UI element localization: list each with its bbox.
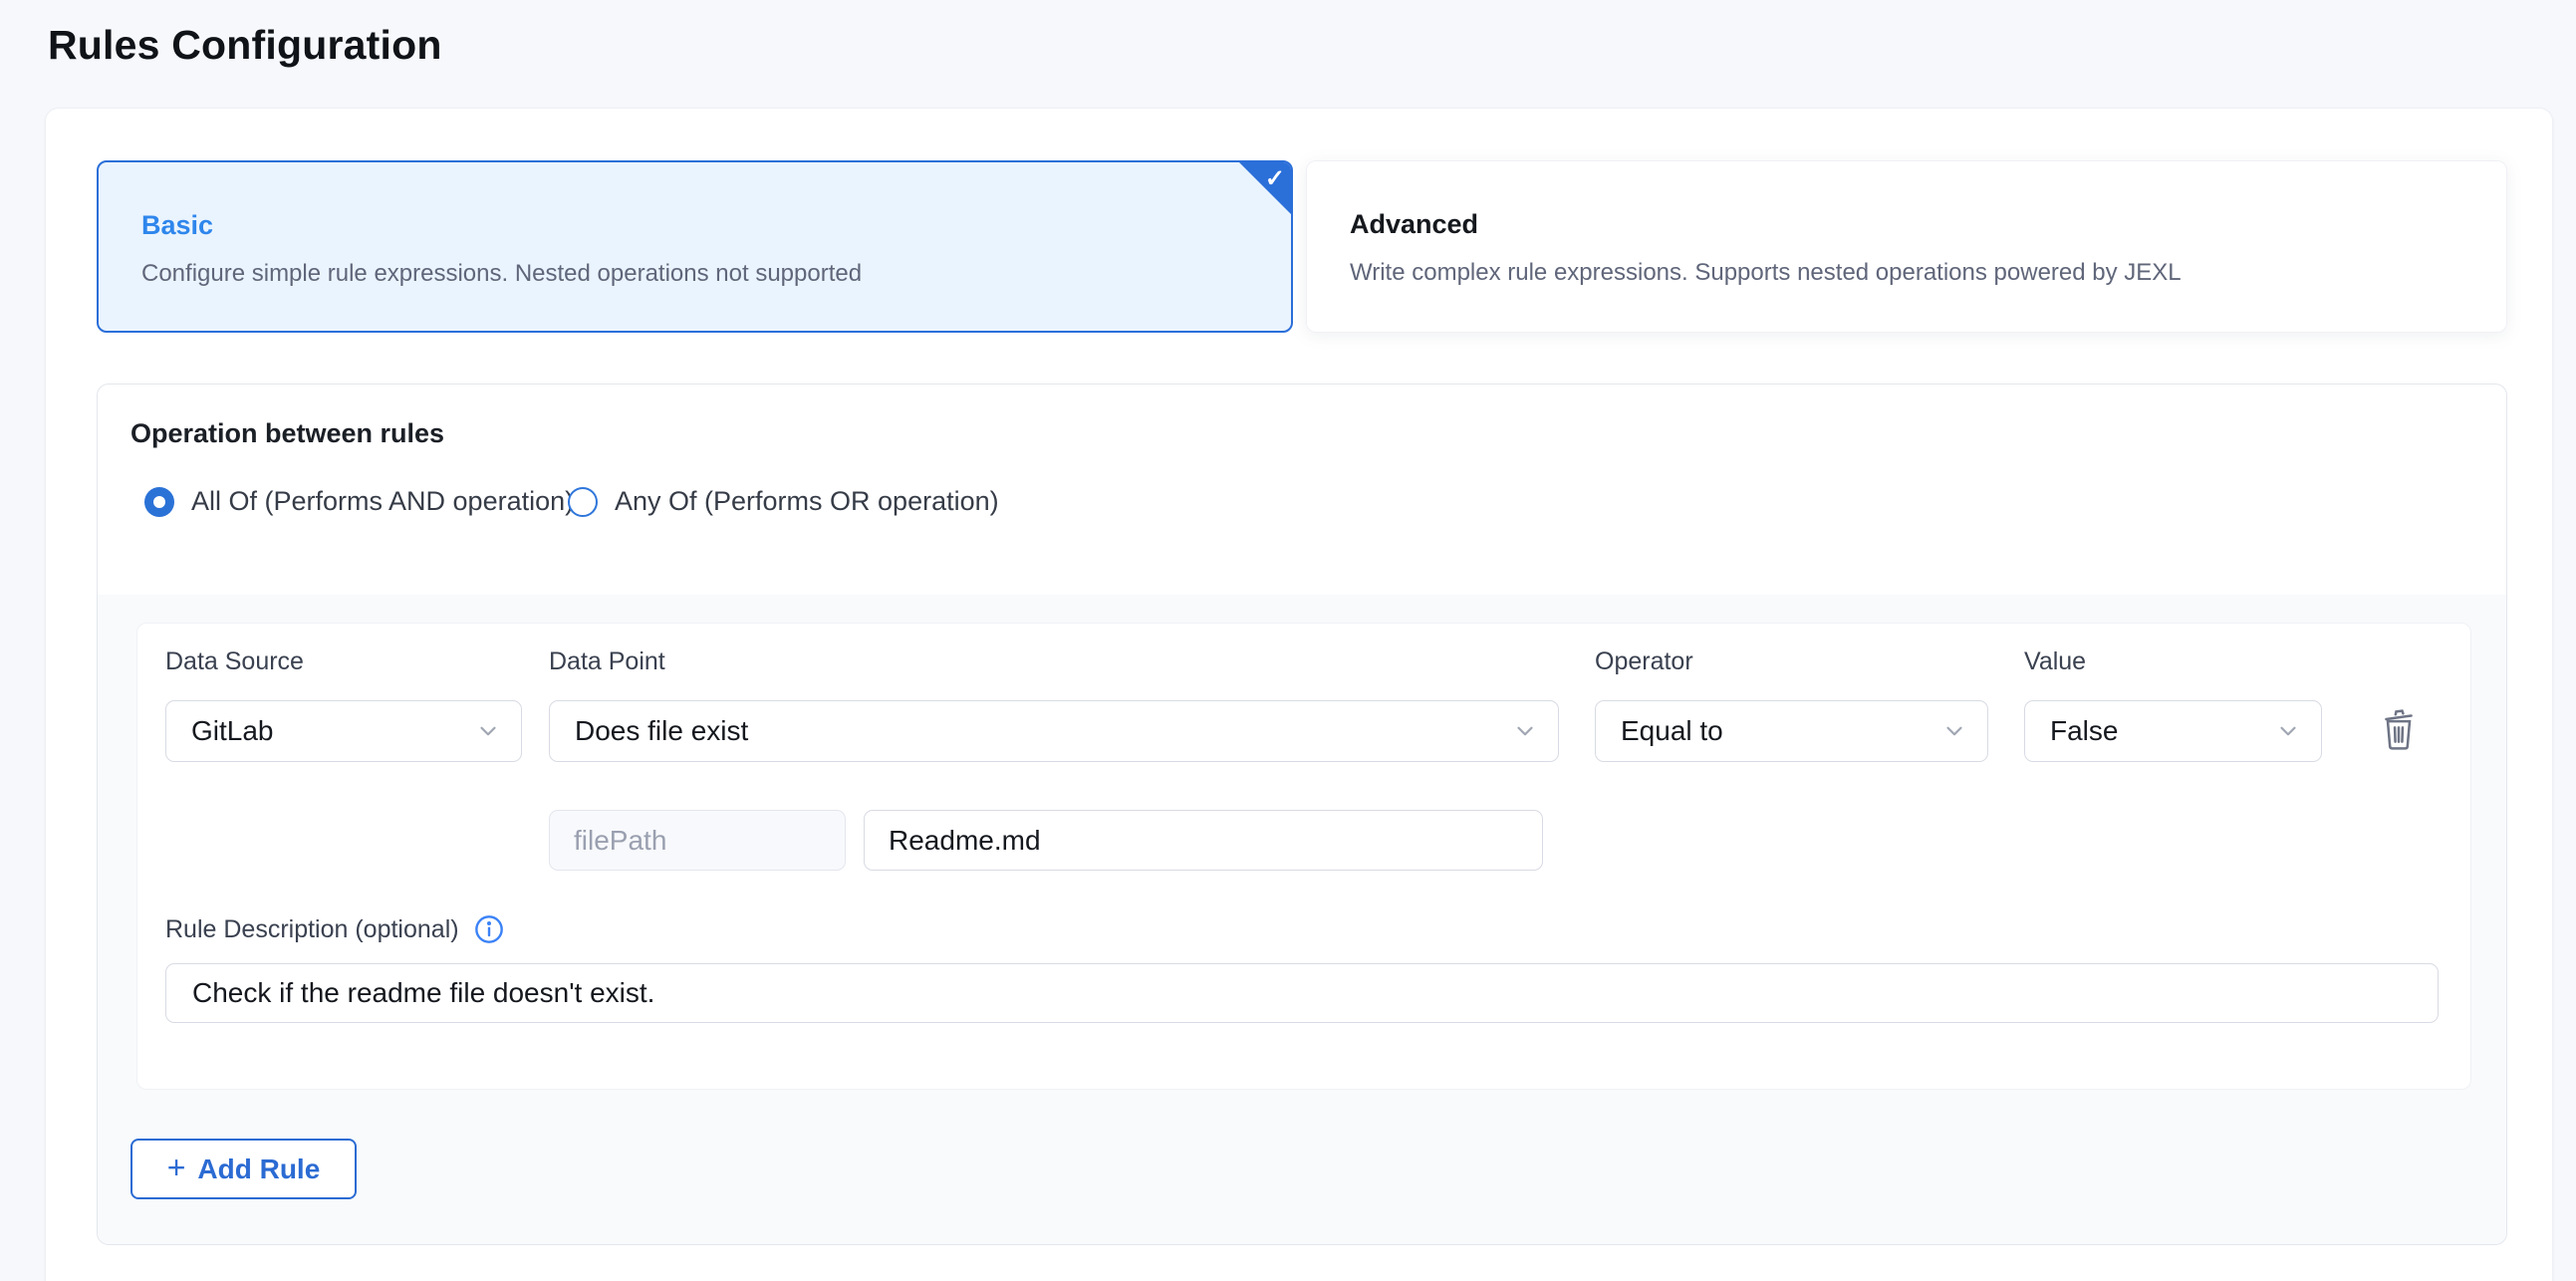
chevron-down-icon (2275, 718, 2301, 744)
operator-label: Operator (1595, 647, 1693, 676)
data-point-value: Does file exist (575, 715, 1512, 747)
rule-description-label: Rule Description (optional) (165, 915, 459, 944)
info-icon[interactable] (473, 913, 505, 945)
radio-all-of-label: All Of (Performs AND operation) (191, 486, 574, 517)
rule-description-input[interactable] (165, 963, 2439, 1023)
operator-value: Equal to (1621, 715, 1941, 747)
rule-card: Data Source Data Point Operator Value Gi… (136, 623, 2471, 1090)
value-value: False (2050, 715, 2275, 747)
radio-any-of[interactable]: Any Of (Performs OR operation) (568, 486, 999, 517)
radio-all-of[interactable]: All Of (Performs AND operation) (144, 486, 574, 517)
data-source-value: GitLab (191, 715, 475, 747)
data-source-select[interactable]: GitLab (165, 700, 522, 762)
data-source-label: Data Source (165, 647, 304, 676)
add-rule-label: Add Rule (197, 1153, 320, 1185)
value-select[interactable]: False (2024, 700, 2322, 762)
advanced-card-title: Advanced (1350, 209, 1478, 240)
rules-panel: Operation between rules All Of (Performs… (97, 384, 2507, 1245)
operation-heading: Operation between rules (130, 418, 444, 449)
page-title: Rules Configuration (48, 22, 442, 69)
file-path-value-input[interactable] (864, 810, 1543, 871)
data-point-select[interactable]: Does file exist (549, 700, 1559, 762)
radio-unselected-icon[interactable] (568, 487, 598, 517)
value-label: Value (2024, 647, 2086, 676)
check-icon: ✓ (1265, 164, 1285, 193)
delete-rule-button[interactable] (2377, 703, 2421, 755)
basic-card-description: Configure simple rule expressions. Neste… (141, 260, 862, 288)
rule-description-label-row: Rule Description (optional) (165, 913, 505, 945)
advanced-card-description: Write complex rule expressions. Supports… (1350, 259, 2182, 287)
mode-card-advanced[interactable]: Advanced Write complex rule expressions.… (1306, 160, 2507, 333)
basic-card-title: Basic (141, 210, 213, 241)
file-path-param-input[interactable] (549, 810, 846, 871)
operation-radio-group: All Of (Performs AND operation) Any Of (… (98, 486, 2506, 520)
mode-card-basic[interactable]: Basic Configure simple rule expressions.… (97, 160, 1293, 333)
radio-any-of-label: Any Of (Performs OR operation) (615, 486, 999, 517)
plus-icon: + (167, 1152, 186, 1183)
add-rule-button[interactable]: + Add Rule (130, 1139, 357, 1199)
rules-configuration-container: Basic Configure simple rule expressions.… (45, 108, 2553, 1281)
chevron-down-icon (1941, 718, 1967, 744)
data-point-label: Data Point (549, 647, 665, 676)
operator-select[interactable]: Equal to (1595, 700, 1988, 762)
chevron-down-icon (1512, 718, 1538, 744)
trash-icon (2380, 707, 2418, 751)
chevron-down-icon (475, 718, 501, 744)
radio-selected-icon[interactable] (144, 487, 174, 517)
